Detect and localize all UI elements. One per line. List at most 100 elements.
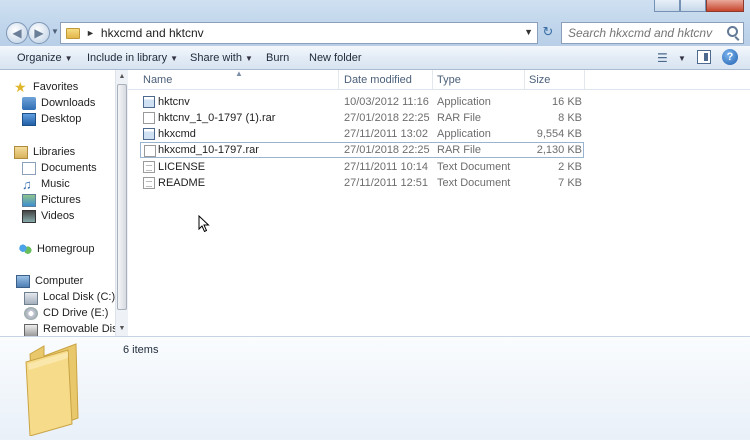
- breadcrumb-chevron-icon[interactable]: ►: [86, 28, 95, 38]
- file-size: 8 KB: [558, 112, 582, 124]
- nav-favorites[interactable]: ★ Favorites: [14, 79, 78, 95]
- pictures-icon: [22, 193, 36, 207]
- column-divider[interactable]: [432, 70, 433, 90]
- chevron-down-icon: ▼: [244, 54, 253, 63]
- nav-documents[interactable]: Documents: [22, 160, 97, 176]
- chevron-down-icon: ▼: [678, 54, 686, 63]
- view-details-icon: ☰: [657, 51, 668, 65]
- nav-music[interactable]: ♫ Music: [22, 176, 70, 192]
- nav-favorites-label: Favorites: [33, 81, 79, 93]
- recent-pages-dropdown[interactable]: ▼: [51, 27, 59, 36]
- file-size: 16 KB: [552, 96, 582, 108]
- computer-icon: [16, 274, 30, 288]
- burn-button[interactable]: Burn: [266, 52, 289, 64]
- change-view-button[interactable]: ☰: [657, 51, 668, 65]
- arrow-left-icon: ◀: [12, 26, 22, 40]
- file-type: RAR File: [437, 144, 482, 156]
- star-icon: ★: [14, 78, 27, 95]
- column-name[interactable]: Name: [143, 74, 172, 86]
- nav-music-label: Music: [41, 178, 70, 190]
- column-divider[interactable]: [338, 70, 339, 90]
- nav-computer-label: Computer: [35, 275, 84, 287]
- file-list: ▲ Name Date modified Type Size hktcnv 10…: [128, 69, 750, 336]
- refresh-button[interactable]: ↻: [540, 24, 556, 40]
- help-icon: ?: [726, 51, 734, 63]
- include-in-library-label: Include in library: [87, 52, 168, 64]
- column-type[interactable]: Type: [437, 74, 461, 86]
- nav-homegroup-label: Homegroup: [37, 243, 95, 255]
- application-icon: [143, 128, 155, 140]
- details-pane: [0, 336, 750, 440]
- rar-file-icon: [143, 112, 155, 124]
- address-dropdown-icon[interactable]: ▼: [524, 27, 533, 37]
- search-icon[interactable]: [727, 26, 738, 37]
- navigation-scrollbar[interactable]: ▲ ▼: [115, 70, 128, 336]
- new-folder-button[interactable]: New folder: [309, 52, 362, 64]
- nav-videos-label: Videos: [41, 210, 75, 222]
- scroll-up-arrow-icon[interactable]: ▲: [116, 70, 128, 84]
- nav-downloads-label: Downloads: [41, 97, 96, 109]
- file-date: 27/11/2011 12:51: [344, 177, 429, 189]
- music-icon: ♫: [22, 176, 32, 192]
- nav-cd-drive[interactable]: CD Drive (E:): [24, 305, 108, 321]
- nav-downloads[interactable]: Downloads: [22, 95, 95, 111]
- nav-desktop[interactable]: Desktop: [22, 111, 81, 127]
- maximize-button[interactable]: [680, 0, 706, 12]
- include-in-library-menu[interactable]: Include in library ▼: [87, 52, 178, 64]
- nav-libraries[interactable]: Libraries: [14, 144, 75, 160]
- file-type: Application: [437, 96, 491, 108]
- search-box[interactable]: [561, 22, 744, 44]
- chevron-down-icon: ▼: [64, 54, 73, 63]
- file-row[interactable]: hktcnv_1_0-1797 (1).rar 27/01/2018 22:25…: [140, 110, 584, 126]
- share-with-menu[interactable]: Share with ▼: [190, 52, 253, 64]
- search-input[interactable]: [562, 23, 722, 43]
- back-button[interactable]: ◀: [6, 22, 28, 44]
- file-date: 10/03/2012 11:16: [344, 96, 429, 108]
- nav-removable-disk[interactable]: Removable Disk (: [24, 321, 127, 336]
- application-icon: [143, 96, 155, 108]
- organize-menu[interactable]: Organize ▼: [17, 52, 73, 64]
- nav-libraries-label: Libraries: [33, 146, 76, 158]
- forward-button[interactable]: ▶: [28, 22, 50, 44]
- file-row[interactable]: LICENSE 27/11/2011 10:14 Text Document 2…: [140, 159, 584, 175]
- nav-pictures[interactable]: Pictures: [22, 192, 81, 208]
- preview-pane-button[interactable]: [697, 50, 711, 64]
- column-divider[interactable]: [524, 70, 525, 90]
- file-row[interactable]: README 27/11/2011 12:51 Text Document 7 …: [140, 175, 584, 191]
- file-row-focused[interactable]: hkxcmd_10-1797.rar 27/01/2018 22:25 RAR …: [140, 142, 584, 158]
- file-name: README: [158, 177, 206, 189]
- column-headers: ▲ Name Date modified Type Size: [128, 69, 750, 90]
- file-row[interactable]: hktcnv 10/03/2012 11:16 Application 16 K…: [140, 94, 584, 110]
- address-bar[interactable]: ► hkxcmd and hktcnv ▼: [60, 22, 538, 44]
- nav-homegroup[interactable]: Homegroup: [18, 241, 94, 257]
- file-name: hktcnv: [158, 96, 190, 108]
- window-controls: [654, 0, 744, 12]
- help-button[interactable]: ?: [722, 49, 738, 65]
- view-options-dropdown[interactable]: ▼: [675, 52, 686, 64]
- nav-computer[interactable]: Computer: [16, 273, 83, 289]
- nav-local-disk[interactable]: Local Disk (C:): [24, 289, 115, 305]
- videos-icon: [22, 209, 36, 223]
- close-button[interactable]: [706, 0, 744, 12]
- file-date: 27/11/2011 10:14: [344, 161, 429, 173]
- minimize-button[interactable]: [654, 0, 680, 12]
- chevron-down-icon: ▼: [170, 54, 179, 63]
- column-date-modified[interactable]: Date modified: [344, 74, 412, 86]
- homegroup-icon: [18, 242, 32, 256]
- file-type: Application: [437, 128, 491, 140]
- scroll-down-arrow-icon[interactable]: ▼: [116, 322, 128, 336]
- hard-disk-icon: [24, 291, 38, 305]
- column-divider[interactable]: [584, 70, 585, 90]
- folder-icon: [24, 342, 84, 437]
- refresh-icon: ↻: [542, 24, 554, 39]
- file-type: Text Document: [437, 177, 511, 189]
- rar-file-icon: [144, 145, 156, 157]
- nav-cd-drive-label: CD Drive (E:): [43, 307, 109, 319]
- share-with-label: Share with: [190, 52, 242, 64]
- scrollbar-thumb[interactable]: [117, 84, 127, 310]
- breadcrumb-current-folder[interactable]: hkxcmd and hktcnv: [101, 26, 204, 40]
- item-count: 6 items: [123, 344, 159, 356]
- file-row[interactable]: hkxcmd 27/11/2011 13:02 Application 9,55…: [140, 126, 584, 142]
- nav-videos[interactable]: Videos: [22, 208, 74, 224]
- column-size[interactable]: Size: [529, 74, 550, 86]
